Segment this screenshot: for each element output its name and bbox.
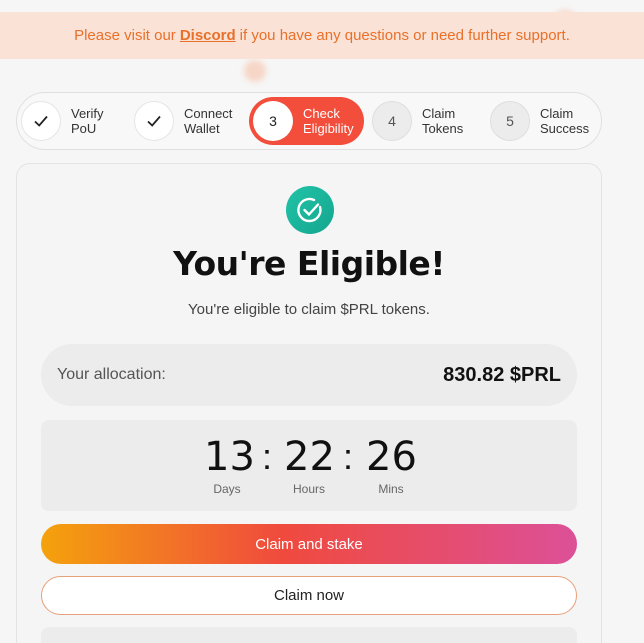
step-label: Verify PoU	[71, 106, 104, 136]
timer-days: 13	[204, 434, 255, 480]
step-claim-tokens: 4 Claim Tokens	[372, 97, 463, 145]
banner-prefix: Please visit our	[74, 27, 176, 44]
eligibility-card: You're Eligible! You're eligible to clai…	[16, 163, 602, 643]
step-number: 4	[372, 101, 412, 141]
allocation-value: 830.82 $PRL	[443, 363, 561, 386]
step-connect-wallet: Connect Wallet	[134, 97, 232, 145]
step-check-eligibility: 3 Check Eligibility	[249, 97, 364, 145]
timer-hours-label: Hours	[292, 482, 325, 496]
eligibility-subtitle: You're eligible to claim $PRL tokens.	[188, 301, 430, 318]
timer-mins: 26	[366, 434, 417, 480]
decorative-blob	[244, 60, 266, 82]
step-label: Connect Wallet	[184, 106, 233, 136]
claim-now-button[interactable]: Claim now	[41, 576, 577, 615]
progress-stepper: Verify PoU Connect Wallet 3 Check Eligibili…	[16, 92, 602, 150]
step-number: 3	[253, 101, 293, 141]
step-claim-success: 5 Claim Success	[490, 97, 589, 145]
step-label: Claim Success	[540, 106, 590, 136]
claim-and-stake-button[interactable]: Claim and stake	[41, 524, 577, 564]
timer-days-label: Days	[213, 482, 241, 496]
discord-link[interactable]: Discord	[180, 27, 236, 44]
step-label: Check Eligibility	[303, 106, 354, 136]
check-circle-icon	[286, 186, 334, 234]
allocation-label: Your allocation:	[57, 366, 166, 383]
timer-mins-label: Mins	[378, 482, 404, 496]
allocation-panel: Your allocation: 830.82 $PRL	[41, 344, 577, 406]
countdown-timer: 13 : 22 : 26 Days Hours Mins	[41, 420, 577, 511]
bottom-panel	[41, 627, 577, 643]
timer-separator: :	[262, 436, 273, 477]
step-label: Claim Tokens	[422, 106, 464, 136]
step-number: 5	[490, 101, 530, 141]
step-verify-pou: Verify PoU	[21, 97, 104, 145]
timer-hours: 22	[284, 434, 335, 480]
check-icon	[134, 101, 174, 141]
banner-suffix: if you have any questions or need furthe…	[239, 27, 570, 44]
support-banner: Please visit our Discord if you have any…	[0, 12, 644, 59]
page-title: You're Eligible!	[173, 244, 445, 283]
timer-separator: :	[343, 436, 354, 477]
check-icon	[21, 101, 61, 141]
